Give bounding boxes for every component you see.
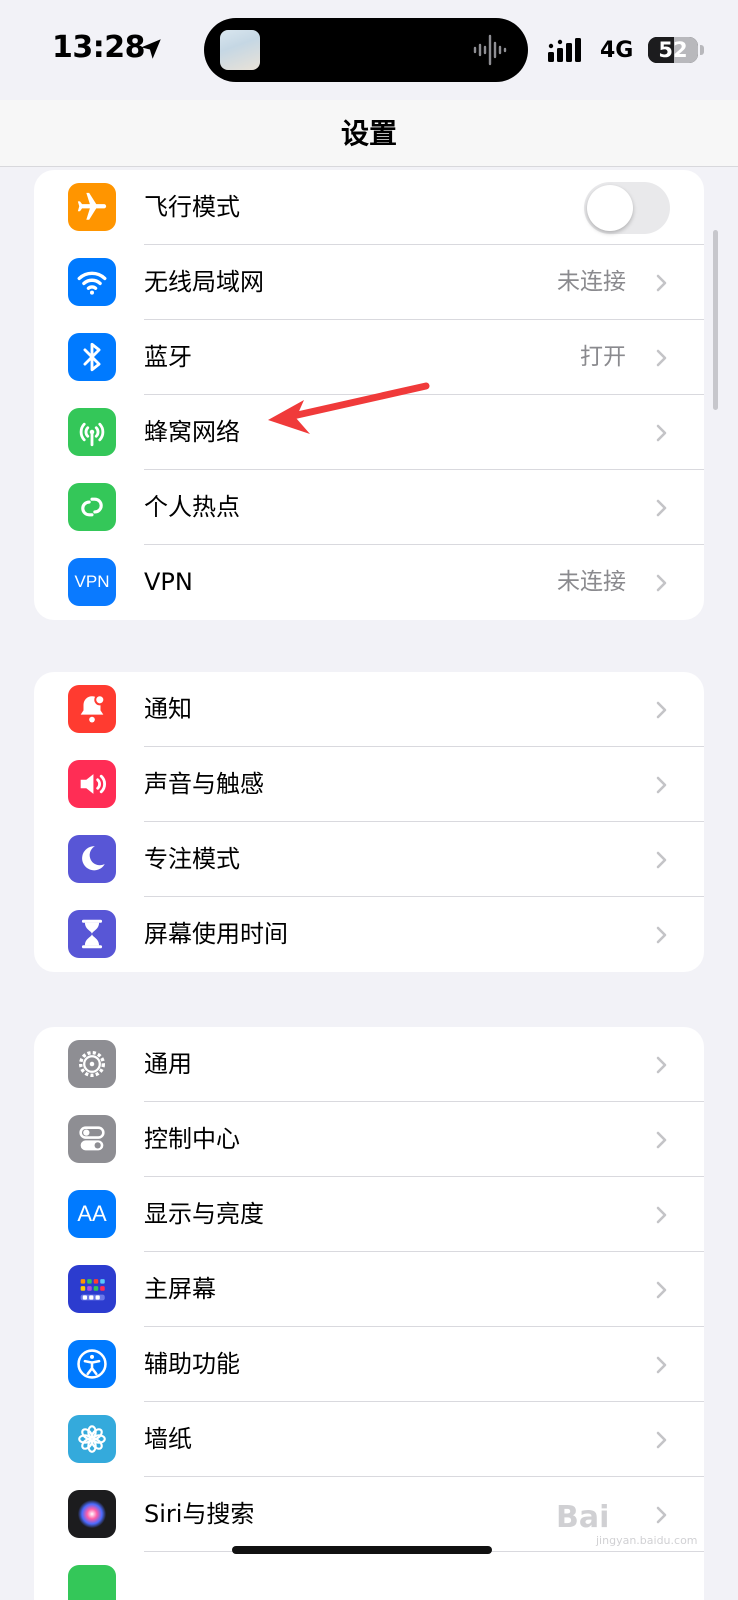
settings-row-label: 无线局域网 bbox=[144, 268, 264, 296]
settings-row-value: 打开 bbox=[580, 344, 626, 370]
bluetooth-icon bbox=[68, 333, 116, 381]
now-playing-artwork[interactable] bbox=[220, 30, 260, 70]
settings-row-general[interactable]: 通用 bbox=[34, 1027, 704, 1102]
chevron-right-icon bbox=[656, 1431, 667, 1449]
home-indicator[interactable] bbox=[232, 1546, 492, 1554]
cellular-antenna-icon bbox=[68, 408, 116, 456]
chevron-right-icon bbox=[656, 701, 667, 719]
hourglass-icon bbox=[68, 910, 116, 958]
status-bar: 13:28 4G 52 bbox=[0, 0, 738, 100]
watermark-text: Bai bbox=[556, 1500, 610, 1535]
chevron-right-icon bbox=[656, 1056, 667, 1074]
chevron-right-icon bbox=[656, 424, 667, 442]
settings-row-label: VPN bbox=[144, 568, 193, 596]
settings-group-notifications: 通知 声音与触感 专注模式 屏幕使用时间 bbox=[34, 672, 704, 972]
red-arrow-icon bbox=[268, 382, 430, 434]
settings-row-label: 蓝牙 bbox=[144, 343, 192, 371]
settings-row-label: 通知 bbox=[144, 695, 192, 723]
settings-row-next-partial[interactable] bbox=[34, 1552, 704, 1600]
chevron-right-icon bbox=[656, 1356, 667, 1374]
vpn-icon-text: VPN bbox=[74, 572, 110, 591]
settings-row-label: 专注模式 bbox=[144, 845, 240, 873]
location-arrow-icon bbox=[141, 39, 161, 59]
settings-row-control-center[interactable]: 控制中心 bbox=[34, 1102, 704, 1177]
chevron-right-icon bbox=[656, 1131, 667, 1149]
settings-row-notifications[interactable]: 通知 bbox=[34, 672, 704, 747]
settings-row-home-screen[interactable]: 主屏幕 bbox=[34, 1252, 704, 1327]
page-title: 设置 bbox=[340, 117, 397, 150]
settings-row-label: 声音与触感 bbox=[144, 770, 264, 798]
settings-row-label: 显示与亮度 bbox=[144, 1200, 264, 1228]
siri-icon bbox=[68, 1490, 116, 1538]
moon-icon bbox=[68, 835, 116, 883]
chevron-right-icon bbox=[656, 926, 667, 944]
chevron-right-icon bbox=[656, 499, 667, 517]
face-id-icon bbox=[68, 1565, 116, 1600]
hotspot-icon bbox=[68, 483, 116, 531]
settings-row-personal-hotspot[interactable]: 个人热点 bbox=[34, 470, 704, 545]
chevron-right-icon bbox=[656, 274, 667, 292]
toggle-knob bbox=[587, 185, 633, 231]
scroll-indicator[interactable] bbox=[713, 230, 718, 410]
settings-row-label: 蜂窝网络 bbox=[144, 418, 240, 446]
settings-row-airplane-mode[interactable]: 飞行模式 bbox=[34, 170, 704, 245]
settings-row-wallpaper[interactable]: 墙纸 bbox=[34, 1402, 704, 1477]
settings-row-accessibility[interactable]: 辅助功能 bbox=[34, 1327, 704, 1402]
network-type: 4G bbox=[600, 38, 634, 63]
chevron-right-icon bbox=[656, 349, 667, 367]
cellular-signal-icon bbox=[548, 38, 581, 62]
speaker-icon bbox=[68, 760, 116, 808]
settings-row-label: 通用 bbox=[144, 1050, 192, 1078]
settings-row-label: Siri与搜索 bbox=[144, 1500, 255, 1528]
display-brightness-icon: AA bbox=[68, 1190, 116, 1238]
settings-row-label: 屏幕使用时间 bbox=[144, 920, 288, 948]
settings-row-focus[interactable]: 专注模式 bbox=[34, 822, 704, 897]
settings-row-label: 辅助功能 bbox=[144, 1350, 240, 1378]
battery-percentage: 52 bbox=[658, 38, 688, 62]
settings-row-label: 主屏幕 bbox=[144, 1275, 216, 1303]
settings-row-vpn[interactable]: VPN VPN 未连接 bbox=[34, 545, 704, 620]
notification-bell-icon bbox=[68, 685, 116, 733]
control-center-icon bbox=[68, 1115, 116, 1163]
settings-row-value: 未连接 bbox=[557, 569, 626, 595]
settings-row-label: 墙纸 bbox=[144, 1425, 192, 1453]
gear-icon bbox=[68, 1040, 116, 1088]
home-screen-icon bbox=[68, 1265, 116, 1313]
settings-row-value: 未连接 bbox=[557, 269, 626, 295]
audio-waveform-icon bbox=[473, 34, 507, 66]
battery-icon: 52 bbox=[648, 37, 698, 63]
display-icon-text: AA bbox=[77, 1201, 107, 1226]
wallpaper-flower-icon bbox=[68, 1415, 116, 1463]
dynamic-island[interactable] bbox=[204, 18, 528, 82]
settings-row-label: 飞行模式 bbox=[144, 193, 240, 221]
settings-row-label: 个人热点 bbox=[144, 493, 240, 521]
accessibility-icon bbox=[68, 1340, 116, 1388]
airplane-icon bbox=[68, 183, 116, 231]
status-time: 13:28 bbox=[52, 30, 146, 65]
settings-row-display-brightness[interactable]: AA 显示与亮度 bbox=[34, 1177, 704, 1252]
chevron-right-icon bbox=[656, 776, 667, 794]
settings-row-screen-time[interactable]: 屏幕使用时间 bbox=[34, 897, 704, 972]
settings-row-wifi[interactable]: 无线局域网 未连接 bbox=[34, 245, 704, 320]
navigation-bar: 设置 bbox=[0, 100, 738, 167]
baidu-watermark: Bai jingyan.baidu.com bbox=[556, 1500, 706, 1548]
chevron-right-icon bbox=[656, 1206, 667, 1224]
battery-nub bbox=[700, 45, 704, 55]
airplane-mode-toggle[interactable] bbox=[584, 182, 670, 234]
settings-row-sounds-haptics[interactable]: 声音与触感 bbox=[34, 747, 704, 822]
vpn-icon: VPN bbox=[68, 558, 116, 606]
watermark-subtext: jingyan.baidu.com bbox=[596, 1534, 698, 1547]
wifi-icon bbox=[68, 258, 116, 306]
chevron-right-icon bbox=[656, 851, 667, 869]
chevron-right-icon bbox=[656, 574, 667, 592]
settings-row-label: 控制中心 bbox=[144, 1125, 240, 1153]
chevron-right-icon bbox=[656, 1281, 667, 1299]
